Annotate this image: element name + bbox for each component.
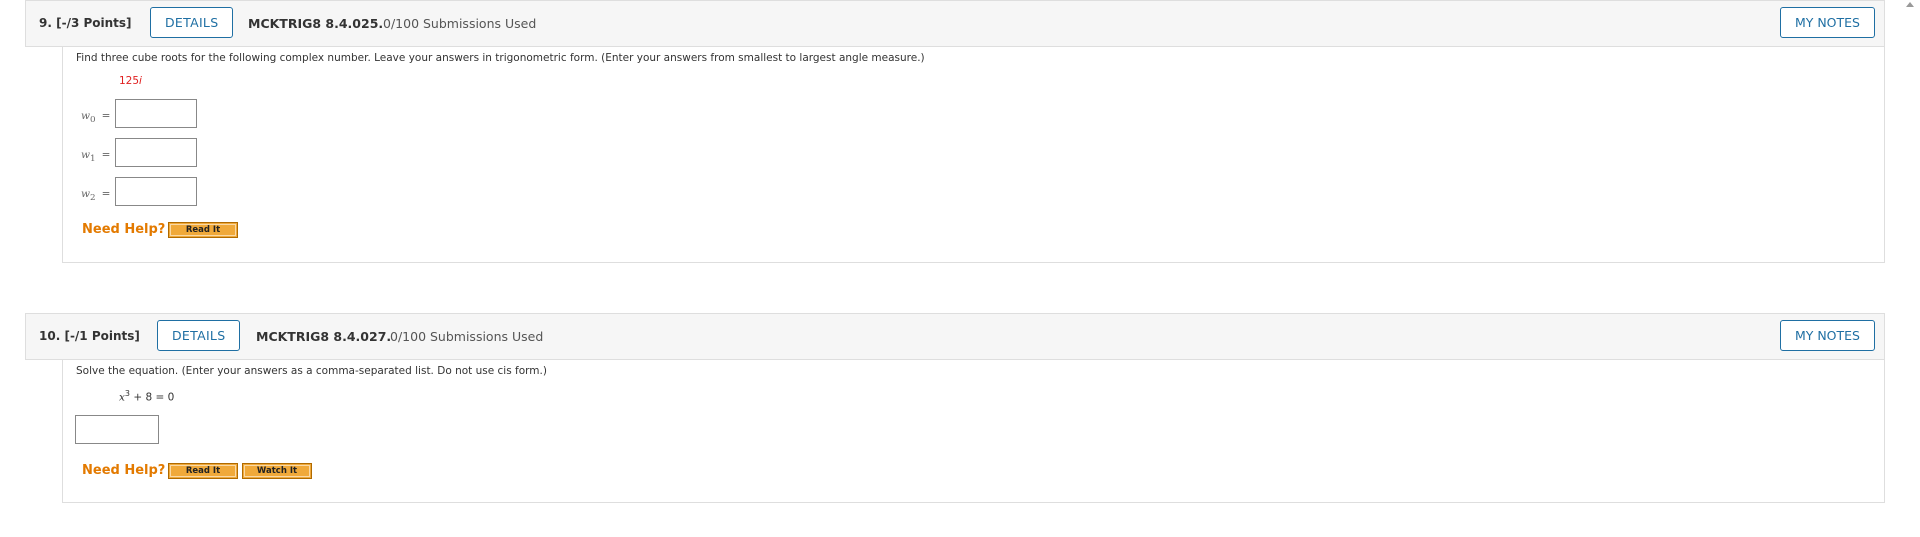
read-it-button[interactable]: Read It bbox=[168, 222, 238, 238]
details-button[interactable]: DETAILS bbox=[150, 7, 234, 38]
question-body: Solve the equation. (Enter your answers … bbox=[62, 360, 1885, 503]
need-help-label: Need Help? bbox=[82, 222, 166, 237]
equation: x3 + 8 = 0 bbox=[119, 389, 175, 404]
my-notes-button[interactable]: MY NOTES bbox=[1779, 320, 1875, 351]
my-notes-button[interactable]: MY NOTES bbox=[1779, 7, 1875, 38]
w2-answer-input[interactable] bbox=[115, 177, 197, 206]
submissions-used: 0/100 Submissions Used bbox=[390, 329, 544, 344]
question-code: MCKTRIG8 8.4.025. bbox=[248, 16, 384, 31]
equation-answer-input[interactable] bbox=[75, 415, 159, 444]
question-number: 9. [-/3 Points] bbox=[39, 16, 132, 30]
w2-label: w2 = bbox=[81, 188, 111, 204]
question-points: [-/3 Points] bbox=[56, 16, 132, 30]
w1-answer-input[interactable] bbox=[115, 138, 197, 167]
question-points: [-/1 Points] bbox=[64, 329, 140, 343]
question-body: Find three cube roots for the following … bbox=[62, 47, 1885, 263]
w0-answer-input[interactable] bbox=[115, 99, 197, 128]
scroll-up-arrow-icon[interactable] bbox=[1906, 2, 1914, 7]
question-number: 10. [-/1 Points] bbox=[39, 329, 140, 343]
need-help-label: Need Help? bbox=[82, 463, 166, 478]
question-prompt: Find three cube roots for the following … bbox=[76, 52, 925, 64]
w1-label: w1 = bbox=[81, 149, 111, 165]
question-prompt: Solve the equation. (Enter your answers … bbox=[76, 365, 547, 377]
read-it-button[interactable]: Read It bbox=[168, 463, 238, 479]
question-header: 10. [-/1 Points] DETAILS MCKTRIG8 8.4.02… bbox=[25, 313, 1885, 360]
complex-number: 125i bbox=[119, 75, 142, 87]
w0-label: w0 = bbox=[81, 110, 111, 126]
watch-it-button[interactable]: Watch It bbox=[242, 463, 312, 479]
question-code: MCKTRIG8 8.4.027. bbox=[256, 329, 392, 344]
question-header: 9. [-/3 Points] DETAILS MCKTRIG8 8.4.025… bbox=[25, 0, 1885, 47]
details-button[interactable]: DETAILS bbox=[157, 320, 241, 351]
submissions-used: 0/100 Submissions Used bbox=[383, 16, 537, 31]
